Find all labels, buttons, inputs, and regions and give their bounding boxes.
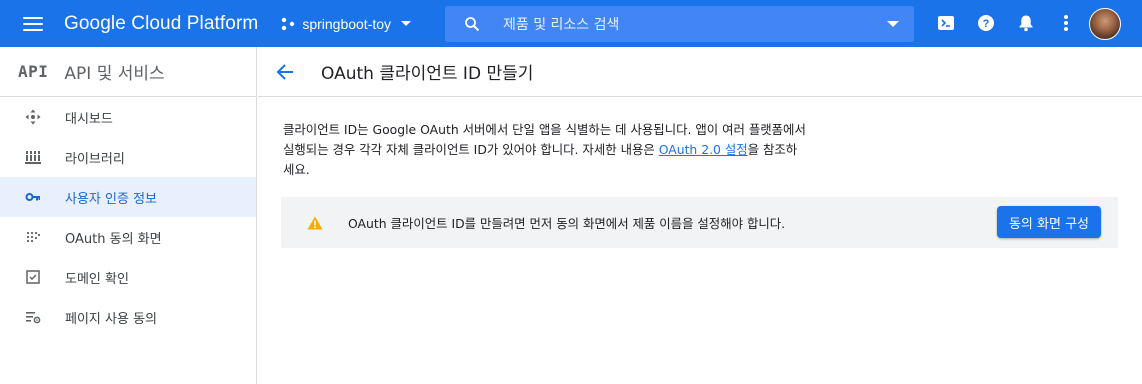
consent-dots-icon [25, 229, 41, 245]
svg-text:?: ? [983, 18, 990, 30]
chevron-down-icon [401, 21, 412, 26]
sidebar-item-library[interactable]: 라이브러리 [0, 137, 256, 177]
sidebar-item-domain-verification[interactable]: 도메인 확인 [0, 257, 256, 297]
oauth-settings-link[interactable]: OAuth 2.0 설정 [659, 142, 748, 157]
configure-consent-screen-button[interactable]: 동의 화면 구성 [996, 206, 1101, 238]
search-icon [465, 17, 480, 32]
hamburger-menu-icon[interactable] [21, 12, 45, 36]
search-input[interactable]: 제품 및 리소스 검색 [503, 14, 619, 34]
more-vert-icon[interactable] [1056, 13, 1076, 33]
sidebar-item-credentials[interactable]: 사용자 인증 정보 [0, 177, 256, 217]
warning-icon [307, 216, 323, 229]
project-selector[interactable]: springboot-toy [278, 8, 414, 40]
sidebar-item-label: 라이브러리 [65, 151, 125, 167]
search-dropdown-icon[interactable] [887, 21, 899, 27]
help-icon[interactable]: ? [976, 13, 996, 33]
sidebar-item-oauth-consent[interactable]: OAuth 동의 화면 [0, 217, 256, 257]
api-logo: API [18, 62, 49, 81]
sidebar-item-page-usage-agreement[interactable]: 페이지 사용 동의 [0, 297, 256, 337]
description-text: 클라이언트 ID는 Google OAuth 서버에서 단일 앱을 식별하는 데… [283, 120, 808, 180]
sidebar-item-dashboard[interactable]: 대시보드 [0, 97, 256, 137]
top-app-bar: Google Cloud Platform springboot-toy 제품 … [0, 0, 1142, 47]
page-header: OAuth 클라이언트 ID 만들기 [258, 47, 1142, 97]
main-content: OAuth 클라이언트 ID 만들기 클라이언트 ID는 Google OAut… [258, 47, 1142, 384]
bell-icon[interactable] [1016, 13, 1036, 33]
avatar[interactable] [1089, 8, 1121, 40]
sidebar-item-label: OAuth 동의 화면 [65, 231, 162, 247]
page-title: OAuth 클라이언트 ID 만들기 [321, 64, 534, 84]
app-brand[interactable]: Google Cloud Platform [64, 13, 258, 35]
search-bar[interactable]: 제품 및 리소스 검색 [445, 6, 914, 42]
sidebar-item-label: 도메인 확인 [65, 271, 129, 287]
list-settings-icon [25, 309, 41, 325]
dashboard-icon [25, 109, 41, 125]
arrow-back-icon[interactable] [275, 62, 295, 82]
key-icon [25, 189, 41, 205]
sidebar-item-label: 페이지 사용 동의 [65, 311, 157, 327]
sidebar-header: API API 및 서비스 [0, 47, 256, 97]
checkbox-icon [25, 269, 41, 285]
sidebar-title: API 및 서비스 [64, 64, 165, 84]
sidebar: API API 및 서비스 대시보드 라이브러리 사용자 인증 정보 OAuth… [0, 47, 257, 384]
project-name: springboot-toy [302, 15, 392, 32]
project-dots-icon [282, 17, 295, 30]
consent-screen-notice: OAuth 클라이언트 ID를 만들려면 먼저 동의 화면에서 제품 이름을 설… [281, 197, 1118, 248]
sidebar-item-label: 사용자 인증 정보 [65, 191, 157, 207]
terminal-icon[interactable] [936, 13, 956, 33]
sidebar-item-label: 대시보드 [65, 111, 113, 127]
library-icon [25, 149, 41, 165]
notice-text: OAuth 클라이언트 ID를 만들려면 먼저 동의 화면에서 제품 이름을 설… [348, 215, 786, 231]
